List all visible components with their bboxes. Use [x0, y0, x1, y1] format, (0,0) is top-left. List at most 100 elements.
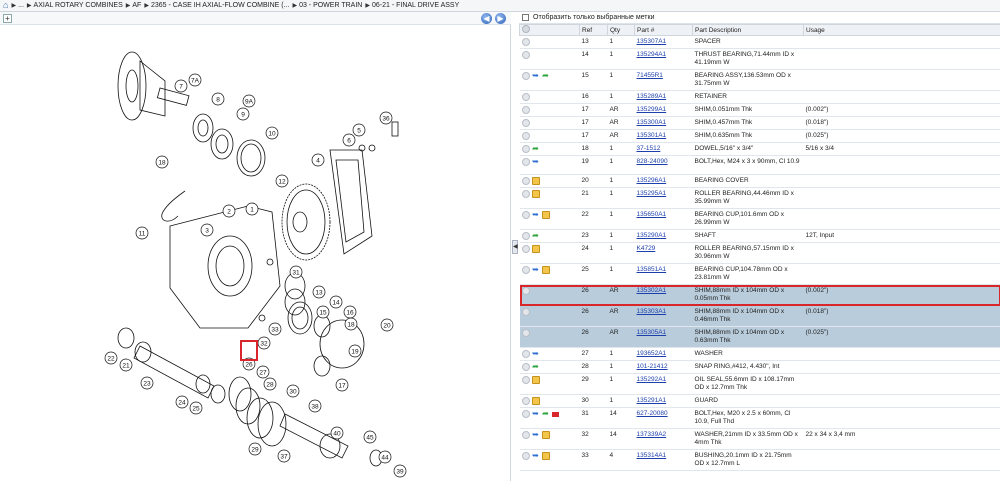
- part-number-link[interactable]: 135301A1: [637, 132, 667, 139]
- cross-reference-icon[interactable]: ➥: [532, 266, 540, 274]
- table-row[interactable]: ➦ 18 1 37-1512 DOWEL,5/16" x 3/4" 5/16 x 3/4: [519, 142, 1000, 156]
- expand-icon[interactable]: +: [3, 14, 12, 23]
- part-number-link[interactable]: 135314A1: [637, 452, 667, 459]
- select-circle-icon[interactable]: [521, 308, 530, 316]
- part-number-link[interactable]: 71455R1: [637, 72, 663, 79]
- select-circle-icon[interactable]: [521, 376, 530, 384]
- part-number-link[interactable]: 135296A1: [637, 177, 667, 184]
- breadcrumb-item[interactable]: ▶ 03 - POWER TRAIN: [292, 2, 362, 9]
- table-row[interactable]: 14 1 135294A1 THRUST BEARING,71.44mm ID x 4…: [519, 48, 1000, 70]
- part-number-link[interactable]: 135650A1: [637, 211, 667, 218]
- package-icon[interactable]: [541, 452, 550, 460]
- column-header-description[interactable]: Part Description: [692, 24, 804, 36]
- part-number-link[interactable]: 135292A1: [637, 376, 667, 383]
- select-circle-icon[interactable]: [521, 93, 530, 101]
- select-circle-icon[interactable]: [521, 106, 530, 114]
- package-icon[interactable]: [541, 211, 550, 219]
- show-selected-checkbox[interactable]: [522, 14, 529, 21]
- table-row[interactable]: 17 AR 135301A1 SHIM,0.635mm Thk (0.025"): [519, 129, 1000, 143]
- table-row[interactable]: ➦ 28 1 101-21412 SNAP RING,#412, 4.430", Int: [519, 360, 1000, 374]
- select-circle-icon[interactable]: [521, 350, 530, 358]
- select-circle-icon[interactable]: [521, 266, 530, 274]
- substitute-arrow-icon[interactable]: ➦: [532, 363, 540, 371]
- part-number-link[interactable]: 135291A1: [637, 397, 667, 404]
- package-icon[interactable]: [541, 431, 550, 439]
- table-row[interactable]: ➥ 19 1 828-24090 BOLT,Hex, M24 x 3 x 90mm, C…: [519, 155, 1000, 175]
- select-circle-icon[interactable]: [521, 132, 530, 140]
- table-row[interactable]: 26 AR 135303A1 SHIM,88mm ID x 104mm OD x 0.…: [519, 305, 1000, 327]
- column-header-usage[interactable]: Usage: [803, 24, 1000, 36]
- table-row[interactable]: 16 1 135289A1 RETAINER: [519, 90, 1000, 104]
- part-number-link[interactable]: 135295A1: [637, 190, 667, 197]
- column-header-icons[interactable]: [519, 24, 580, 36]
- part-number-link[interactable]: 135300A1: [637, 119, 667, 126]
- back-arrow-icon[interactable]: ◀: [481, 13, 492, 24]
- table-row[interactable]: ➥ 32 14 137339A2 WASHER,21mm ID x 33.5mm OD …: [519, 428, 1000, 450]
- select-circle-icon[interactable]: [521, 158, 530, 166]
- package-icon[interactable]: [531, 177, 540, 185]
- part-number-link[interactable]: 137339A2: [637, 431, 667, 438]
- select-circle-icon[interactable]: [521, 397, 530, 405]
- column-header-qty[interactable]: Qty: [607, 24, 635, 36]
- select-circle-icon[interactable]: [521, 38, 530, 46]
- cross-reference-icon[interactable]: ➥: [532, 72, 540, 80]
- part-number-link[interactable]: 135289A1: [637, 93, 667, 100]
- select-circle-icon[interactable]: [521, 51, 530, 59]
- part-number-link[interactable]: 135299A1: [637, 106, 667, 113]
- substitute-arrow-icon[interactable]: ➦: [542, 410, 550, 418]
- table-row[interactable]: ➦ 23 1 135290A1 SHAFT 12T, Input: [519, 229, 1000, 243]
- part-number-link[interactable]: 135303A1: [637, 308, 667, 315]
- column-header-part[interactable]: Part #: [634, 24, 693, 36]
- breadcrumb-item[interactable]: ▶ 2365 - CASE IH AXIAL-FLOW COMBINE (...: [144, 2, 289, 9]
- package-icon[interactable]: [531, 245, 540, 253]
- table-row[interactable]: ➥ 27 1 193652A1 WASHER: [519, 347, 1000, 361]
- part-number-link[interactable]: 627-20080: [637, 410, 668, 417]
- table-row[interactable]: 17 AR 135299A1 SHIM,0.051mm Thk (0.002"): [519, 103, 1000, 117]
- part-number-link[interactable]: 135294A1: [637, 51, 667, 58]
- breadcrumb-item[interactable]: ▶ AXIAL ROTARY COMBINES: [27, 2, 123, 9]
- part-number-link[interactable]: 37-1512: [637, 145, 661, 152]
- table-row[interactable]: ➥ ➦ 15 1 71455R1 BEARING ASSY,136.53mm OD x 3…: [519, 69, 1000, 91]
- select-circle-icon[interactable]: [521, 232, 530, 240]
- table-row[interactable]: 20 1 135296A1 BEARING COVER: [519, 174, 1000, 188]
- select-circle-icon[interactable]: [521, 410, 530, 418]
- part-number-link[interactable]: 101-21412: [637, 363, 668, 370]
- select-circle-icon[interactable]: [521, 177, 530, 185]
- cross-reference-icon[interactable]: ➥: [532, 158, 540, 166]
- table-row[interactable]: 13 1 135307A1 SPACER: [519, 35, 1000, 49]
- part-number-link[interactable]: 135305A1: [637, 329, 667, 336]
- cross-reference-icon[interactable]: ➥: [532, 452, 540, 460]
- home-icon[interactable]: ⌂: [3, 1, 8, 10]
- table-row[interactable]: 30 1 135291A1 GUARD: [519, 394, 1000, 408]
- part-number-link[interactable]: 193652A1: [637, 350, 667, 357]
- cross-reference-icon[interactable]: ➥: [532, 410, 540, 418]
- select-circle-icon[interactable]: [521, 287, 530, 295]
- breadcrumb-item[interactable]: ▶ AF: [126, 2, 142, 9]
- table-row[interactable]: 26 AR 135302A1 SHIM,88mm ID x 104mm OD x 0.…: [519, 284, 1000, 306]
- select-circle-icon[interactable]: [521, 119, 530, 127]
- breadcrumb-item[interactable]: ▶...: [11, 2, 23, 9]
- pane-splitter[interactable]: ◀: [512, 240, 518, 254]
- select-circle-icon[interactable]: [521, 145, 530, 153]
- substitute-arrow-icon[interactable]: ➦: [542, 72, 550, 80]
- exploded-parts-diagram[interactable]: 7 7A 8 9A 9 10 11 12 13 14 15 16 17 18 1…: [0, 26, 511, 481]
- part-number-link[interactable]: K4729: [637, 245, 656, 252]
- part-number-link[interactable]: 135851A1: [637, 266, 667, 273]
- table-row[interactable]: 29 1 135292A1 OIL SEAL,55.6mm ID x 108.17mm…: [519, 373, 1000, 395]
- table-row[interactable]: 24 1 K4729 ROLLER BEARING,57.15mm ID x 30.9…: [519, 242, 1000, 264]
- part-number-link[interactable]: 135307A1: [637, 38, 667, 45]
- column-header-ref[interactable]: Ref: [579, 24, 608, 36]
- table-row[interactable]: ➥ ➦ 31 14 627-20080 BOLT,Hex, M20 x 2.5 x 60m…: [519, 407, 1000, 429]
- table-row[interactable]: 21 1 135295A1 ROLLER BEARING,44.46mm ID x 3…: [519, 187, 1000, 209]
- table-row[interactable]: ➥ 33 4 135314A1 BUSHING,20.1mm ID x 21.75mm …: [519, 449, 1000, 471]
- package-icon[interactable]: [531, 376, 540, 384]
- select-circle-icon[interactable]: [521, 363, 530, 371]
- cross-reference-icon[interactable]: ➥: [532, 431, 540, 439]
- package-icon[interactable]: [531, 190, 540, 198]
- forward-arrow-icon[interactable]: ▶: [495, 13, 506, 24]
- substitute-arrow-icon[interactable]: ➦: [532, 232, 540, 240]
- select-circle-icon[interactable]: [521, 329, 530, 337]
- cross-reference-icon[interactable]: ➥: [532, 211, 540, 219]
- part-number-link[interactable]: 135302A1: [637, 287, 667, 294]
- part-number-link[interactable]: 135290A1: [637, 232, 667, 239]
